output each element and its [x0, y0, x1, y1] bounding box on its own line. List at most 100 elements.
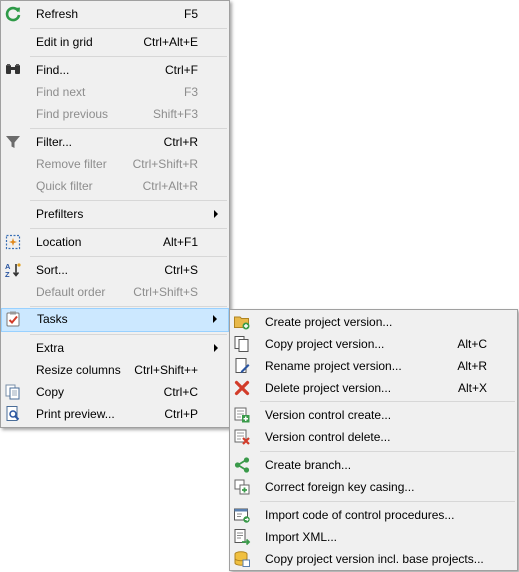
menu-item-location[interactable]: Location Alt+F1: [1, 231, 229, 253]
menu-item-label: Tasks: [37, 312, 68, 326]
submenu-item-create-branch[interactable]: Create branch...: [230, 454, 517, 476]
menu-item-shortcut: F3: [183, 85, 198, 99]
menu-separator: [30, 128, 227, 129]
document-edit-icon: [233, 357, 251, 375]
menu-item-label: Find previous: [36, 107, 109, 121]
menu-item-label: Copy project version...: [265, 337, 385, 351]
menu-item-shortcut: Ctrl+F: [165, 63, 198, 77]
menu-item-prefilters[interactable]: Prefilters: [1, 203, 229, 225]
menu-item-quick-filter[interactable]: Quick filter Ctrl+Alt+R: [1, 175, 229, 197]
menu-item-label: Version control delete...: [265, 430, 391, 444]
menu-item-find[interactable]: Find... Ctrl+F: [1, 59, 229, 81]
submenu-item-import-xml[interactable]: Import XML...: [230, 526, 517, 548]
menu-item-shortcut: Alt+X: [457, 381, 487, 395]
menu-item-print-preview[interactable]: Print preview... Ctrl+P: [1, 403, 229, 425]
menu-item-label: Print preview...: [36, 407, 115, 421]
version-control-create-icon: [233, 406, 251, 424]
menu-item-shortcut: Ctrl+Shift++: [134, 363, 198, 377]
menu-item-shortcut: F5: [183, 7, 198, 21]
menu-item-resize-columns[interactable]: Resize columns Ctrl+Shift++: [1, 359, 229, 381]
menu-item-shortcut: Ctrl+Shift+R: [132, 157, 198, 171]
branch-share-icon: [233, 456, 251, 474]
submenu-item-copy-project-version[interactable]: Copy project version... Alt+C: [230, 333, 517, 355]
menu-item-shortcut: Ctrl+Alt+R: [142, 179, 198, 193]
menu-item-label: Resize columns: [36, 363, 121, 377]
svg-text:Z: Z: [5, 270, 10, 279]
menu-item-label: Default order: [36, 285, 106, 299]
menu-item-label: Quick filter: [36, 179, 93, 193]
submenu-item-import-code-control-procedures[interactable]: Import code of control procedures...: [230, 504, 517, 526]
submenu-item-correct-foreign-key-casing[interactable]: Correct foreign key casing...: [230, 476, 517, 498]
menu-separator: [30, 228, 227, 229]
menu-item-label: Import XML...: [265, 530, 338, 544]
submenu-arrow-icon: [213, 315, 217, 323]
menu-item-edit-in-grid[interactable]: Edit in grid Ctrl+Alt+E: [1, 31, 229, 53]
folder-add-icon: [233, 313, 251, 331]
menu-item-label: Import code of control procedures...: [265, 508, 455, 522]
menu-item-copy[interactable]: Copy Ctrl+C: [1, 381, 229, 403]
menu-item-label: Rename project version...: [265, 359, 402, 373]
document-copy-icon: [233, 335, 251, 353]
database-copy-icon: [233, 550, 251, 568]
submenu-item-copy-version-incl-base[interactable]: Copy project version incl. base projects…: [230, 548, 517, 570]
submenu-arrow-icon: [214, 344, 218, 352]
import-code-icon: [233, 506, 251, 524]
menu-item-find-next[interactable]: Find next F3: [1, 81, 229, 103]
version-control-delete-icon: [233, 428, 251, 446]
menu-separator: [30, 256, 227, 257]
binoculars-icon: [4, 61, 22, 79]
menu-item-label: Find next: [36, 85, 86, 99]
menu-item-filter[interactable]: Filter... Ctrl+R: [1, 131, 229, 153]
menu-separator: [30, 28, 227, 29]
menu-item-sort[interactable]: AZ Sort... Ctrl+S: [1, 259, 229, 281]
menu-separator: [30, 200, 227, 201]
menu-separator: [260, 451, 515, 452]
menu-item-label: Sort...: [36, 263, 69, 277]
location-target-icon: [4, 233, 22, 251]
menu-item-shortcut: Shift+F3: [152, 107, 198, 121]
menu-item-shortcut: Alt+F1: [162, 235, 198, 249]
menu-item-label: Remove filter: [36, 157, 107, 171]
submenu-item-delete-project-version[interactable]: Delete project version... Alt+X: [230, 377, 517, 399]
menu-item-remove-filter[interactable]: Remove filter Ctrl+Shift+R: [1, 153, 229, 175]
submenu-item-version-control-create[interactable]: Version control create...: [230, 404, 517, 426]
menu-item-label: Location: [36, 235, 82, 249]
menu-item-label: Extra: [36, 341, 65, 355]
submenu-item-rename-project-version[interactable]: Rename project version... Alt+R: [230, 355, 517, 377]
menu-item-find-previous[interactable]: Find previous Shift+F3: [1, 103, 229, 125]
menu-item-extra[interactable]: Extra: [1, 337, 229, 359]
menu-separator: [260, 401, 515, 402]
menu-item-tasks[interactable]: Tasks: [1, 308, 229, 332]
delete-x-icon: [233, 379, 251, 397]
menu-item-shortcut: Alt+C: [457, 337, 487, 351]
submenu-item-create-project-version[interactable]: Create project version...: [230, 311, 517, 333]
menu-item-label: Edit in grid: [36, 35, 93, 49]
menu-item-label: Refresh: [36, 7, 79, 21]
menu-item-refresh[interactable]: Refresh F5: [1, 3, 229, 25]
copy-icon: [4, 383, 22, 401]
menu-item-label: Create branch...: [265, 458, 352, 472]
menu-item-label: Correct foreign key casing...: [265, 480, 415, 494]
menu-item-label: Delete project version...: [265, 381, 392, 395]
menu-item-shortcut: Ctrl+R: [163, 135, 198, 149]
print-preview-icon: [4, 405, 22, 423]
context-menu: Refresh F5 Edit in grid Ctrl+Alt+E Find.…: [0, 0, 230, 428]
menu-separator: [260, 501, 515, 502]
tasks-submenu: Create project version... Copy project v…: [229, 309, 518, 571]
task-clipboard-icon: [4, 310, 22, 328]
funnel-icon: [4, 133, 22, 151]
menu-item-label: Copy project version incl. base projects…: [265, 552, 484, 566]
menu-item-label: Filter...: [36, 135, 73, 149]
menu-item-label: Find...: [36, 63, 70, 77]
menu-item-default-order[interactable]: Default order Ctrl+Shift+S: [1, 281, 229, 303]
menu-item-shortcut: Ctrl+C: [163, 385, 198, 399]
refresh-icon: [4, 5, 22, 23]
import-xml-icon: [233, 528, 251, 546]
menu-item-shortcut: Ctrl+Alt+E: [143, 35, 198, 49]
menu-item-label: Prefilters: [36, 207, 84, 221]
menu-item-shortcut: Alt+R: [457, 359, 487, 373]
submenu-item-version-control-delete[interactable]: Version control delete...: [230, 426, 517, 448]
menu-separator: [30, 334, 227, 335]
menu-item-label: Create project version...: [265, 315, 393, 329]
menu-separator: [30, 306, 227, 307]
